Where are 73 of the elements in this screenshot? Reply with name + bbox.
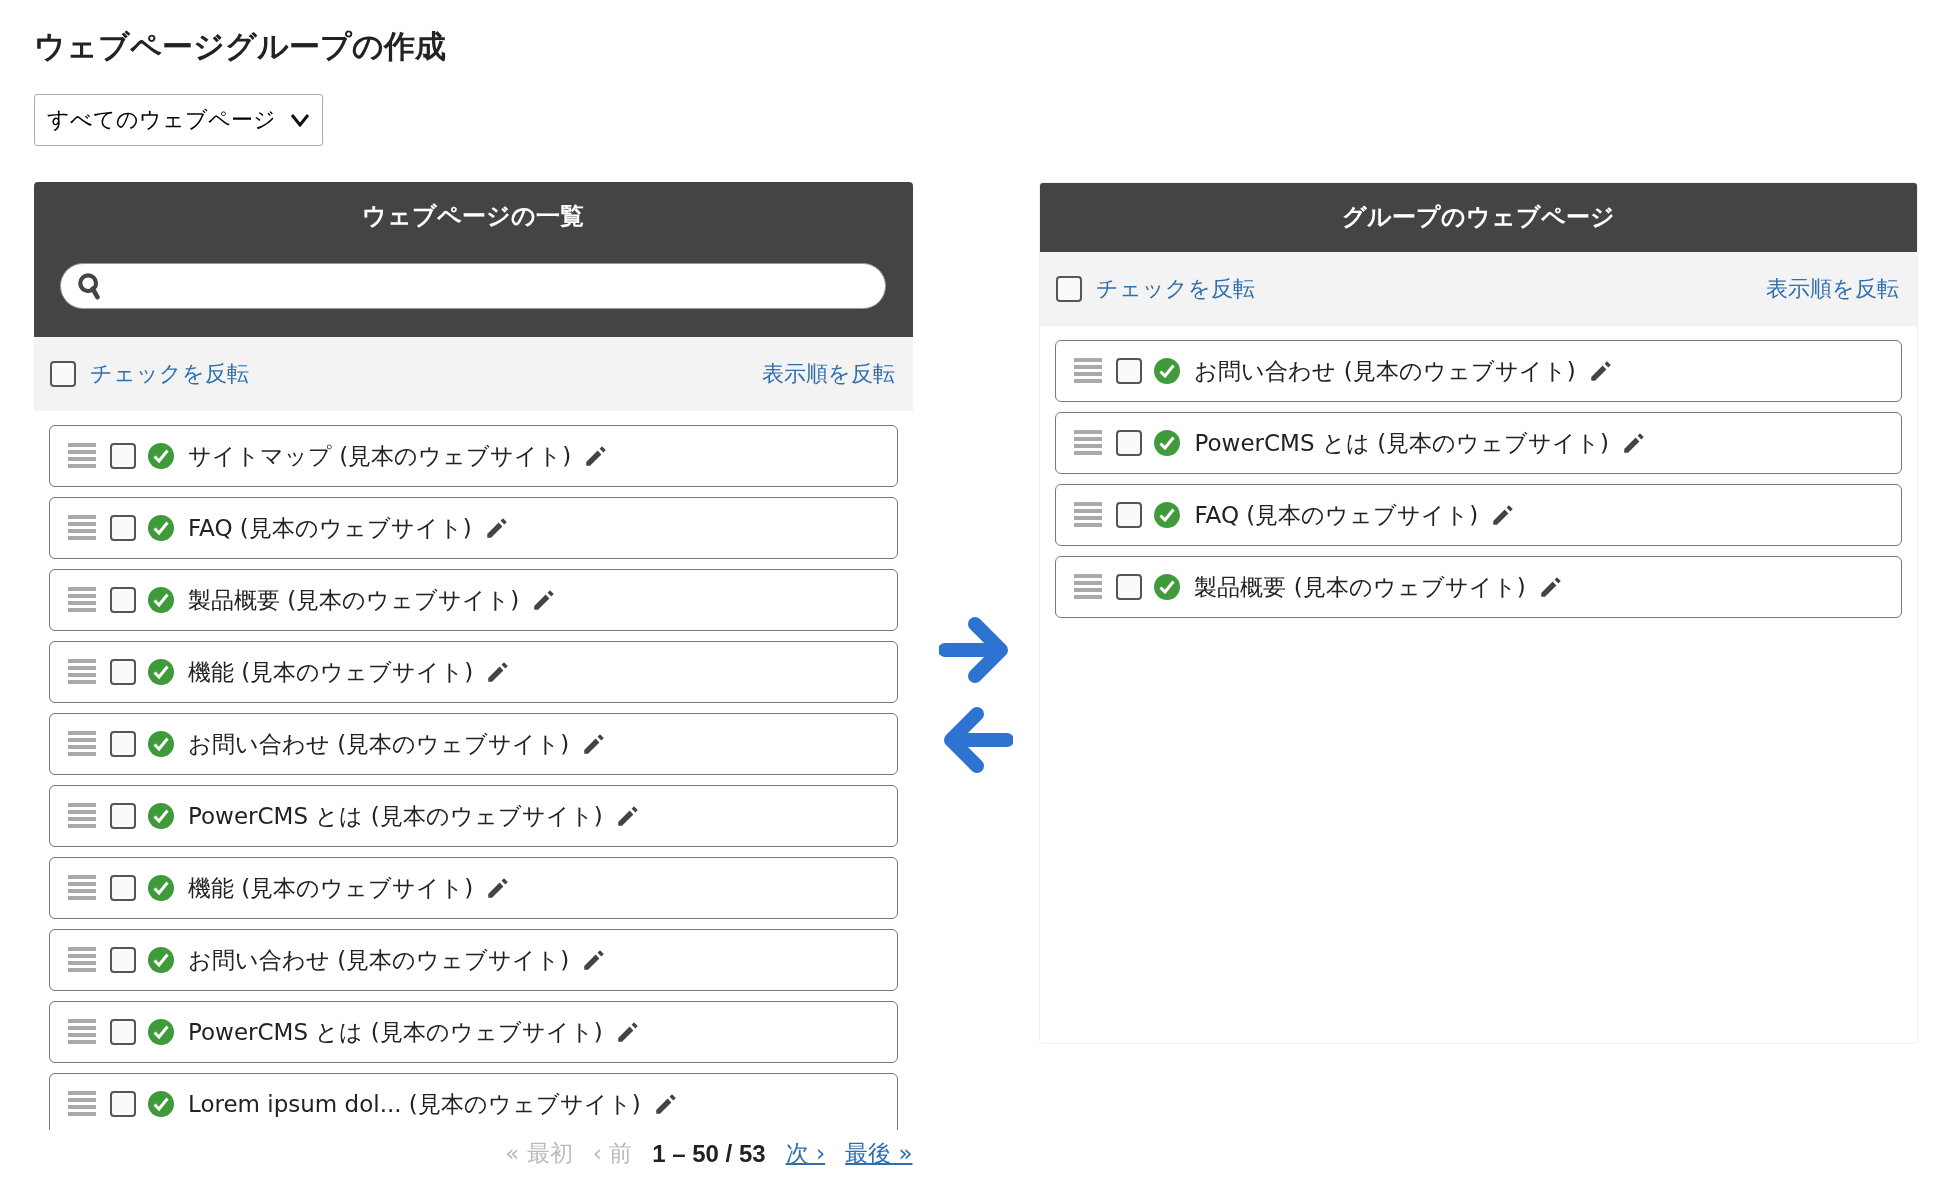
- page-title-text: お問い合わせ (見本のウェブサイト): [188, 945, 570, 975]
- item-checkbox[interactable]: [1116, 430, 1143, 456]
- pagination-link[interactable]: 次 ›: [785, 1138, 826, 1169]
- drag-handle-icon[interactable]: [68, 515, 96, 541]
- invert-order-link[interactable]: 表示順を反転: [761, 359, 895, 389]
- drag-handle-icon[interactable]: [1074, 502, 1103, 528]
- item-checkbox[interactable]: [110, 1019, 136, 1045]
- page-title-text: PowerCMS とは (見本のウェブサイト): [188, 801, 603, 831]
- select-all-checkbox[interactable]: [1056, 276, 1083, 302]
- pagination-link: ‹ 前: [592, 1139, 633, 1168]
- drag-handle-icon[interactable]: [68, 587, 96, 613]
- item-checkbox[interactable]: [1116, 358, 1143, 384]
- page-item[interactable]: PowerCMS とは (見本のウェブサイト): [49, 1001, 898, 1063]
- item-checkbox[interactable]: [110, 1091, 136, 1117]
- page-item[interactable]: サイトマップ (見本のウェブサイト): [49, 425, 898, 487]
- drag-handle-icon[interactable]: [68, 659, 96, 685]
- select-all-checkbox[interactable]: [50, 361, 76, 387]
- page-title-text: PowerCMS とは (見本のウェブサイト): [188, 1017, 603, 1047]
- page-item[interactable]: お問い合わせ (見本のウェブサイト): [49, 929, 898, 991]
- search-field[interactable]: [60, 263, 887, 309]
- item-checkbox[interactable]: [110, 587, 136, 613]
- page-title-text: 機能 (見本のウェブサイト): [188, 657, 474, 687]
- drag-handle-icon[interactable]: [68, 947, 96, 973]
- pagination-link[interactable]: 最後 »: [845, 1138, 913, 1169]
- page-item[interactable]: 製品概要 (見本のウェブサイト): [49, 569, 898, 631]
- page-title-text: FAQ (見本のウェブサイト): [188, 513, 472, 543]
- item-checkbox[interactable]: [110, 731, 136, 757]
- page-title: ウェブページグループの作成: [34, 27, 447, 66]
- page-item[interactable]: 機能 (見本のウェブサイト): [49, 641, 898, 703]
- page-item[interactable]: FAQ (見本のウェブサイト): [49, 497, 898, 559]
- page-title-text: PowerCMS とは (見本のウェブサイト): [1194, 428, 1610, 458]
- item-checkbox[interactable]: [1116, 502, 1143, 528]
- page-title-text: 製品概要 (見本のウェブサイト): [188, 585, 520, 615]
- item-checkbox[interactable]: [110, 443, 136, 469]
- invert-check-link[interactable]: チェックを反転: [90, 359, 249, 389]
- drag-handle-icon[interactable]: [68, 1019, 96, 1045]
- panel-title: ウェブページの一覧: [362, 201, 585, 232]
- item-checkbox[interactable]: [110, 659, 136, 685]
- page-item[interactable]: PowerCMS とは (見本のウェブサイト): [1055, 412, 1902, 474]
- invert-order-link[interactable]: 表示順を反転: [1766, 274, 1899, 304]
- pagination-link: « 最初: [505, 1139, 573, 1168]
- page-title-text: 機能 (見本のウェブサイト): [188, 873, 474, 903]
- page-title-text: サイトマップ (見本のウェブサイト): [188, 441, 572, 471]
- page-item[interactable]: FAQ (見本のウェブサイト): [1055, 484, 1902, 546]
- page-item[interactable]: PowerCMS とは (見本のウェブサイト): [49, 785, 898, 847]
- item-checkbox[interactable]: [110, 515, 136, 541]
- page-title-text: Lorem ipsum dol... (見本のウェブサイト): [188, 1089, 641, 1119]
- page-title-text: FAQ (見本のウェブサイト): [1194, 500, 1479, 530]
- drag-handle-icon[interactable]: [1074, 430, 1103, 456]
- item-checkbox[interactable]: [1116, 574, 1143, 600]
- drag-handle-icon[interactable]: [1074, 358, 1103, 384]
- chevron-down-icon: [290, 113, 310, 127]
- page-item[interactable]: 製品概要 (見本のウェブサイト): [1055, 556, 1902, 618]
- item-checkbox[interactable]: [110, 803, 136, 829]
- filter-dropdown[interactable]: すべてのウェブページ: [34, 94, 323, 146]
- drag-handle-icon[interactable]: [68, 443, 96, 469]
- page-title-text: 製品概要 (見本のウェブサイト): [1194, 572, 1526, 602]
- page-title-text: お問い合わせ (見本のウェブサイト): [1194, 356, 1576, 386]
- page-item[interactable]: 機能 (見本のウェブサイト): [49, 857, 898, 919]
- panel-title: グループのウェブページ: [1342, 202, 1616, 233]
- page-item[interactable]: お問い合わせ (見本のウェブサイト): [1055, 340, 1902, 402]
- drag-handle-icon[interactable]: [68, 731, 96, 757]
- item-checkbox[interactable]: [110, 947, 136, 973]
- item-checkbox[interactable]: [110, 875, 136, 901]
- page-item[interactable]: お問い合わせ (見本のウェブサイト): [49, 713, 898, 775]
- drag-handle-icon[interactable]: [1074, 574, 1103, 600]
- drag-handle-icon[interactable]: [68, 875, 96, 901]
- invert-check-link[interactable]: チェックを反転: [1096, 274, 1256, 304]
- page-item[interactable]: Lorem ipsum dol... (見本のウェブサイト): [49, 1073, 898, 1130]
- page-range: 1 – 50 / 53: [652, 1139, 766, 1168]
- page-title-text: お問い合わせ (見本のウェブサイト): [188, 729, 570, 759]
- drag-handle-icon[interactable]: [68, 1091, 96, 1117]
- drag-handle-icon[interactable]: [68, 803, 96, 829]
